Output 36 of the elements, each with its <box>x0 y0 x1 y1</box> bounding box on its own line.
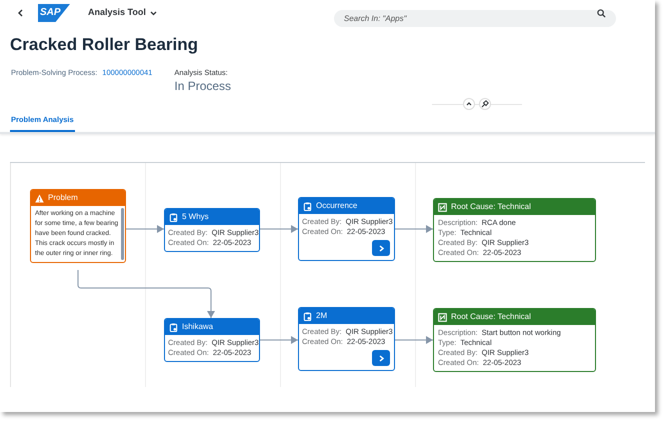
clipboard-icon <box>169 322 178 332</box>
connector-arrow <box>394 336 434 344</box>
card-title: Occurrence <box>316 202 358 210</box>
scrollbar <box>121 208 124 260</box>
warning-icon <box>35 194 44 203</box>
card-title: Root Cause: Technical <box>451 313 531 322</box>
connector-arrow <box>260 336 298 344</box>
chevron-right-icon <box>378 354 384 362</box>
chevron-right-icon <box>378 244 384 252</box>
card-title: 2M <box>316 312 328 320</box>
search-icon <box>596 8 606 18</box>
clipboard-icon <box>303 202 312 211</box>
clipboard-icon <box>169 212 178 222</box>
connector-arrow <box>394 225 434 234</box>
search-field[interactable]: Search In: "Apps" <box>334 10 616 26</box>
pin-icon <box>481 100 489 108</box>
clipboard-icon <box>303 312 312 321</box>
pin-header-button[interactable] <box>479 98 491 110</box>
diagram-icon <box>438 312 447 322</box>
navigate-button[interactable] <box>372 240 390 256</box>
card-title: Root Cause: Technical <box>451 203 531 212</box>
chevron-left-icon <box>18 9 22 17</box>
chevron-up-icon <box>466 102 472 106</box>
logo[interactable]: SAP <box>38 4 70 22</box>
card-title: Ishikawa <box>182 323 214 332</box>
collapse-header-button[interactable] <box>463 98 475 110</box>
status-value: In Process <box>174 78 232 94</box>
card-title: 5 Whys <box>182 213 209 222</box>
card-title: Problem <box>48 194 78 202</box>
navigate-button[interactable] <box>372 350 390 366</box>
app-title-menu[interactable]: Analysis Tool <box>88 6 157 20</box>
page-title: Cracked Roller Bearing <box>10 34 200 56</box>
chevron-down-icon <box>150 10 157 16</box>
diagram-icon <box>438 202 447 212</box>
connector-arrow <box>260 225 298 234</box>
connector-arrow <box>126 225 164 234</box>
